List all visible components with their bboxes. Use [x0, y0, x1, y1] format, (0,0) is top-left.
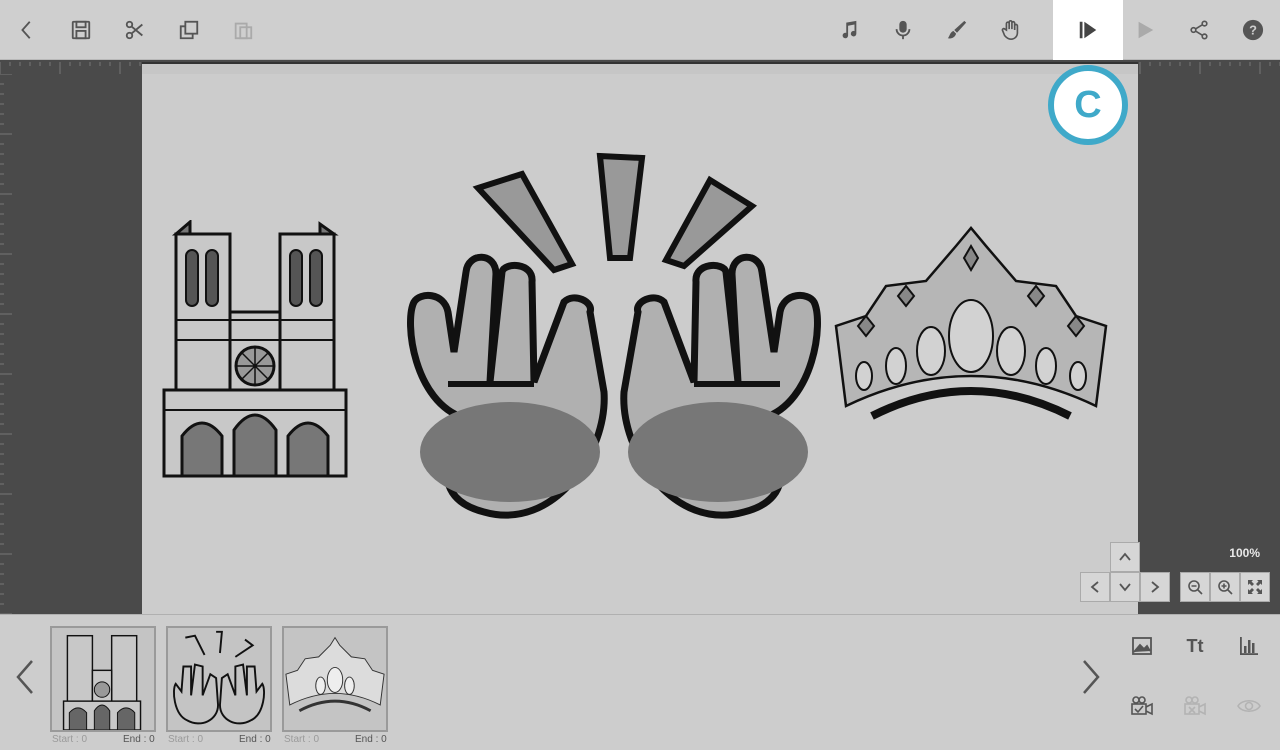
chevron-right-icon [1083, 660, 1100, 694]
music-icon [842, 20, 857, 39]
stage-top-ruler [142, 62, 1138, 74]
zoom-out-icon [1188, 580, 1203, 595]
zoom-out-button[interactable] [1180, 572, 1210, 602]
expand-icon [1248, 580, 1262, 594]
pan-left-button[interactable] [1080, 572, 1110, 602]
image-icon [1132, 637, 1152, 655]
share-icon [1190, 20, 1208, 40]
scene-thumbnail-crown[interactable] [282, 626, 388, 732]
scene-3-end: End : 0 [355, 734, 387, 745]
hand-icon [1001, 20, 1019, 40]
pan-up-button[interactable] [1110, 542, 1140, 572]
record-button[interactable] [876, 0, 930, 60]
svg-text:?: ? [1249, 23, 1257, 38]
play-button[interactable] [1118, 0, 1172, 60]
cut-button[interactable] [108, 0, 162, 60]
back-button[interactable] [0, 0, 54, 60]
play-icon [1138, 21, 1154, 39]
zoom-in-button[interactable] [1210, 572, 1240, 602]
timeline-prev-button[interactable] [10, 655, 40, 699]
share-button[interactable] [1172, 0, 1226, 60]
eye-icon [1237, 699, 1261, 713]
add-camera-button[interactable] [1125, 689, 1159, 723]
scene-thumbnail-cathedral[interactable] [50, 626, 156, 732]
copy-button[interactable] [162, 0, 216, 60]
microphone-icon [895, 20, 911, 40]
scene-timeline: Start : 0 End : 0 Start : 0 End : 0 Star… [0, 614, 1280, 750]
add-text-button[interactable]: Tt [1178, 629, 1212, 663]
vertical-ruler [0, 74, 14, 614]
chevron-down-icon [1119, 583, 1131, 592]
camera-remove-icon [1184, 696, 1206, 716]
top-toolbar: ? [0, 0, 1280, 60]
add-chart-button[interactable] [1232, 629, 1266, 663]
scene-canvas[interactable] [142, 74, 1138, 614]
callout-badge: C [1048, 65, 1128, 145]
text-icon: Tt [1186, 635, 1204, 656]
callout-badge-letter: C [1074, 83, 1102, 126]
draw-button[interactable] [930, 0, 984, 60]
hands-thumbnail-icon [173, 630, 265, 725]
camera-add-icon [1131, 696, 1153, 716]
scene-thumbnail-hands[interactable] [166, 626, 272, 732]
chart-icon [1240, 637, 1258, 655]
scissors-icon [125, 20, 143, 40]
chevron-left-icon [1090, 581, 1099, 593]
scene-2-start: Start : 0 [168, 734, 204, 745]
cathedral-thumbnail-icon [62, 634, 142, 730]
save-button[interactable] [54, 0, 108, 60]
brush-icon [947, 20, 967, 39]
pan-down-button[interactable] [1110, 572, 1140, 602]
timeline-next-button[interactable] [1076, 655, 1106, 699]
crown-illustration[interactable] [826, 226, 1116, 426]
paste-button[interactable] [216, 0, 270, 60]
audio-button[interactable] [822, 0, 876, 60]
help-icon: ? [1242, 19, 1264, 41]
add-image-button[interactable] [1125, 629, 1159, 663]
cathedral-illustration[interactable] [162, 220, 348, 478]
crown-thumbnail-icon [285, 636, 385, 713]
play-from-start-button[interactable] [1053, 0, 1123, 60]
save-icon [71, 20, 91, 40]
scene-1-start: Start : 0 [52, 734, 88, 745]
help-button[interactable]: ? [1226, 0, 1280, 60]
preview-visibility-button[interactable] [1232, 689, 1266, 723]
chevron-right-icon [1151, 581, 1160, 593]
chevron-left-icon [16, 660, 33, 694]
play-from-start-icon [1079, 21, 1097, 39]
pan-button[interactable] [984, 0, 1038, 60]
app-window: ? C 100% Start: 0 End: 0 Start: 0 End… [0, 0, 1280, 750]
remove-camera-button[interactable] [1178, 689, 1212, 723]
pan-right-button[interactable] [1140, 572, 1170, 602]
zoom-in-icon [1218, 580, 1233, 595]
raised-hands-illustration[interactable] [404, 152, 824, 532]
fit-screen-button[interactable] [1240, 572, 1270, 602]
zoom-level: 100% [1229, 546, 1260, 560]
paste-icon [234, 22, 253, 40]
scene-1-end: End : 0 [123, 734, 155, 745]
scene-2-end: End : 0 [239, 734, 271, 745]
back-icon [21, 21, 31, 39]
chevron-up-icon [1119, 552, 1131, 561]
copy-icon [179, 20, 199, 40]
scene-3-start: Start : 0 [284, 734, 320, 745]
